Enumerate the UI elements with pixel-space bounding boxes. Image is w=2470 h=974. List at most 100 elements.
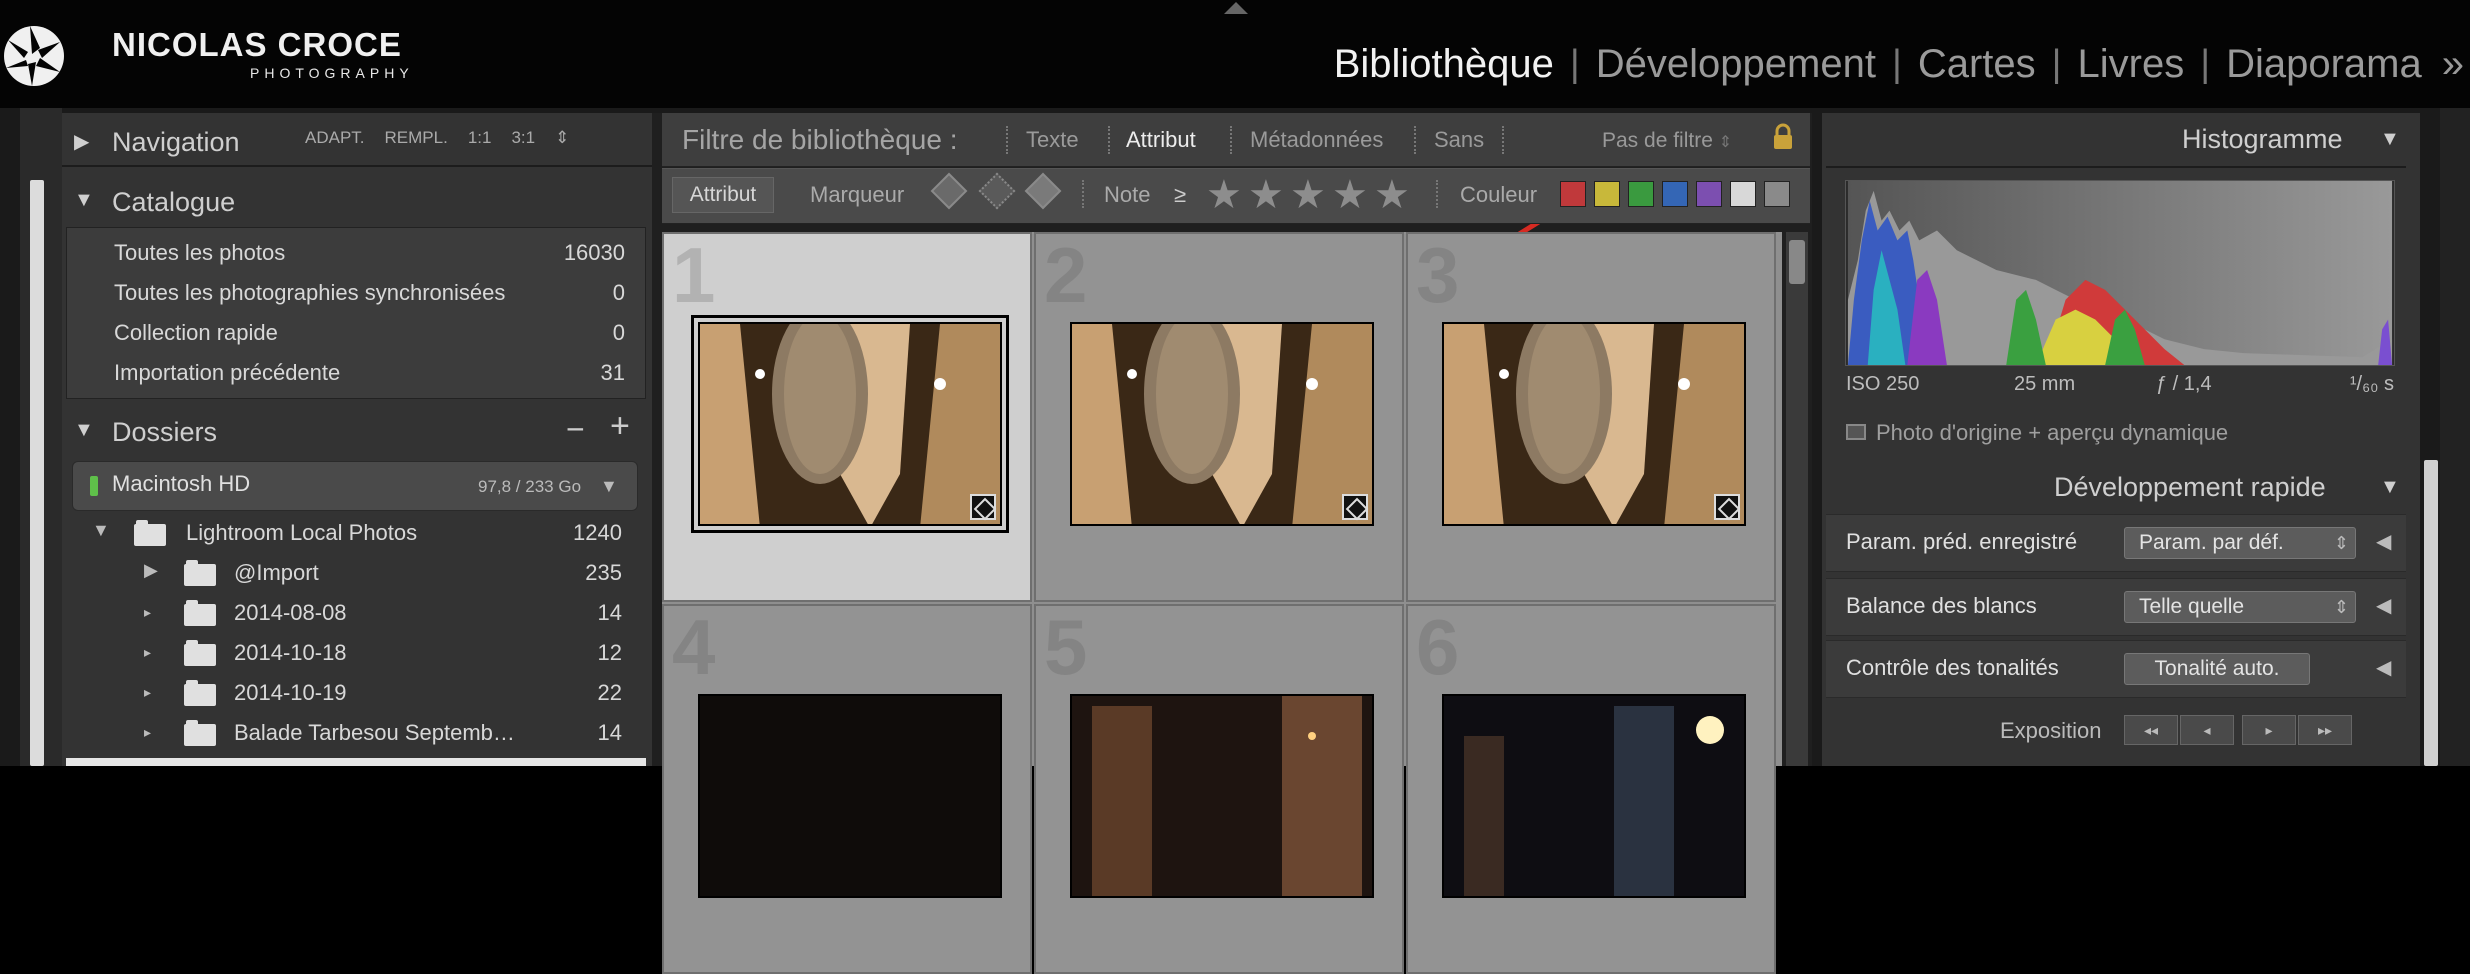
folder-item-partial[interactable] bbox=[66, 758, 646, 766]
folder-item[interactable]: ▸ Balade Tarbesou Septemb… 14 bbox=[66, 714, 646, 754]
qd-preset-select[interactable]: Param. par déf. bbox=[2124, 527, 2356, 559]
triangle-disclosure-icon[interactable]: ▼ bbox=[74, 189, 94, 212]
remove-folder-button[interactable]: − bbox=[566, 411, 585, 448]
grid-scrollbar-thumb[interactable] bbox=[1789, 240, 1805, 284]
photo-thumbnail[interactable] bbox=[691, 315, 1009, 533]
quick-develop-title[interactable]: Développement rapide bbox=[2054, 472, 2326, 503]
filter-attribute-tab[interactable]: Attribut bbox=[1126, 127, 1196, 153]
folder-item[interactable]: ▸ 2014-10-18 12 bbox=[66, 634, 646, 674]
color-label: Couleur bbox=[1460, 182, 1538, 207]
dotted-disclosure-icon[interactable]: ▸ bbox=[144, 684, 151, 701]
grid-cell[interactable]: 4 bbox=[662, 603, 1032, 974]
folder-item[interactable]: ▸ 2014-08-08 14 bbox=[66, 594, 646, 634]
module-livres[interactable]: Livres bbox=[2062, 42, 2201, 87]
photo-thumbnail[interactable] bbox=[1442, 322, 1746, 526]
color-swatch[interactable] bbox=[1594, 181, 1620, 207]
catalogue-item[interactable]: Importation précédente 31 bbox=[67, 352, 645, 392]
chevron-down-icon[interactable]: ▼ bbox=[600, 476, 618, 497]
checkbox-icon[interactable] bbox=[1846, 424, 1866, 440]
zoom-1-1[interactable]: 1:1 bbox=[468, 128, 492, 148]
collapse-top-arrow-icon[interactable] bbox=[1224, 2, 1248, 14]
folder-name: @Import bbox=[234, 560, 319, 585]
cell-number: 5 bbox=[1044, 603, 1088, 691]
zoom-3-1[interactable]: 3:1 bbox=[511, 128, 535, 148]
exposure-minus-button[interactable]: ◂ bbox=[2180, 715, 2234, 745]
catalogue-item[interactable]: Toutes les photographies synchronisées 0 bbox=[67, 272, 645, 312]
grid-scrollbar[interactable] bbox=[1786, 232, 1808, 766]
rating-operator[interactable]: ≥ bbox=[1174, 182, 1186, 208]
lock-icon[interactable] bbox=[1772, 123, 1794, 151]
photo-thumbnail[interactable] bbox=[1070, 322, 1374, 526]
grid-cell[interactable]: 2 bbox=[1034, 231, 1404, 602]
color-swatch[interactable] bbox=[1696, 181, 1722, 207]
star-icon[interactable]: ★ bbox=[1332, 172, 1368, 218]
module-diaporama[interactable]: Diaporama bbox=[2210, 42, 2438, 87]
zoom-fill[interactable]: REMPL. bbox=[385, 128, 448, 148]
catalogue-header[interactable]: ▼ Catalogue bbox=[62, 181, 652, 223]
triangle-disclosure-icon[interactable]: ▼ bbox=[74, 419, 94, 442]
star-icon[interactable]: ★ bbox=[1248, 172, 1284, 218]
triangle-disclosure-icon[interactable]: ▶ bbox=[144, 560, 158, 581]
filter-text-tab[interactable]: Texte bbox=[1026, 127, 1079, 153]
photo-thumbnail[interactable] bbox=[1070, 694, 1374, 898]
grid-cell[interactable]: 3 bbox=[1406, 231, 1776, 602]
triangle-disclosure-icon[interactable]: ▶ bbox=[74, 129, 89, 154]
triangle-disclosure-icon[interactable]: ▼ bbox=[2380, 128, 2400, 151]
triangle-disclosure-icon[interactable]: ▼ bbox=[92, 520, 110, 541]
edit-badge-icon bbox=[970, 494, 996, 520]
right-panel-edge[interactable] bbox=[2440, 108, 2470, 766]
color-swatch[interactable] bbox=[1662, 181, 1688, 207]
module-developpement[interactable]: Développement bbox=[1580, 42, 1892, 87]
left-panel-scrollbar[interactable] bbox=[30, 180, 44, 766]
catalogue-item-count: 0 bbox=[612, 280, 625, 305]
catalogue-item[interactable]: Toutes les photos 16030 bbox=[67, 232, 645, 272]
triangle-left-icon[interactable]: ◀ bbox=[2376, 593, 2391, 618]
attribute-toggle-button[interactable]: Attribut bbox=[672, 177, 774, 213]
star-icon[interactable]: ★ bbox=[1374, 172, 1410, 218]
dotted-disclosure-icon[interactable]: ▸ bbox=[144, 644, 151, 661]
dossiers-title: Dossiers bbox=[112, 417, 218, 447]
histogram-title[interactable]: Histogramme bbox=[2182, 124, 2343, 155]
folder-item[interactable]: ▶ @Import 235 bbox=[66, 554, 646, 594]
dotted-disclosure-icon[interactable]: ▸ bbox=[144, 604, 151, 621]
color-swatch[interactable] bbox=[1730, 181, 1756, 207]
zoom-fit[interactable]: ADAPT. bbox=[305, 128, 365, 148]
grid-cell[interactable]: 5 bbox=[1034, 603, 1404, 974]
edit-badge-icon bbox=[1342, 494, 1368, 520]
grid-cell[interactable]: 6 bbox=[1406, 603, 1776, 974]
dotted-disclosure-icon[interactable]: ▸ bbox=[144, 724, 151, 741]
catalogue-item-count: 16030 bbox=[563, 240, 625, 265]
filter-none-tab[interactable]: Sans bbox=[1434, 127, 1484, 153]
triangle-left-icon[interactable]: ◀ bbox=[2376, 529, 2391, 554]
folder-item[interactable]: ▼ Lightroom Local Photos 1240 bbox=[66, 514, 646, 554]
photo-image bbox=[700, 324, 1000, 524]
catalogue-item-label: Toutes les photos bbox=[114, 240, 286, 265]
module-bibliotheque[interactable]: Bibliothèque bbox=[1318, 42, 1570, 87]
add-folder-button[interactable]: + bbox=[610, 407, 630, 446]
triangle-left-icon[interactable]: ◀ bbox=[2376, 655, 2391, 680]
right-panel-scrollbar[interactable] bbox=[2424, 460, 2438, 766]
star-icon[interactable]: ★ bbox=[1206, 172, 1242, 218]
more-modules-icon[interactable]: » bbox=[2438, 42, 2464, 87]
star-icon[interactable]: ★ bbox=[1290, 172, 1326, 218]
color-swatch[interactable] bbox=[1560, 181, 1586, 207]
exposure-plus-large-button[interactable]: ▸▸ bbox=[2298, 715, 2352, 745]
photo-thumbnail[interactable] bbox=[1442, 694, 1746, 898]
dossiers-header[interactable]: ▼ Dossiers bbox=[62, 411, 652, 453]
filter-preset-select[interactable]: Pas de filtre ⇕ bbox=[1602, 129, 1732, 153]
folder-item[interactable]: ▸ 2014-10-19 22 bbox=[66, 674, 646, 714]
auto-tone-button[interactable]: Tonalité auto. bbox=[2124, 653, 2310, 685]
exposure-plus-button[interactable]: ▸ bbox=[2242, 715, 2296, 745]
color-swatch[interactable] bbox=[1764, 181, 1790, 207]
catalogue-item-label: Collection rapide bbox=[114, 320, 278, 345]
color-swatch[interactable] bbox=[1628, 181, 1654, 207]
photo-thumbnail[interactable] bbox=[698, 694, 1002, 898]
qd-white-balance-select[interactable]: Telle quelle bbox=[2124, 591, 2356, 623]
triangle-disclosure-icon[interactable]: ▼ bbox=[2380, 476, 2400, 499]
zoom-caret-icon[interactable]: ⇕ bbox=[555, 128, 569, 148]
catalogue-item[interactable]: Collection rapide 0 bbox=[67, 312, 645, 352]
exposure-minus-large-button[interactable]: ◂◂ bbox=[2124, 715, 2178, 745]
filter-metadata-tab[interactable]: Métadonnées bbox=[1250, 127, 1383, 153]
module-cartes[interactable]: Cartes bbox=[1902, 42, 2052, 87]
grid-cell[interactable]: 1 bbox=[662, 231, 1032, 602]
